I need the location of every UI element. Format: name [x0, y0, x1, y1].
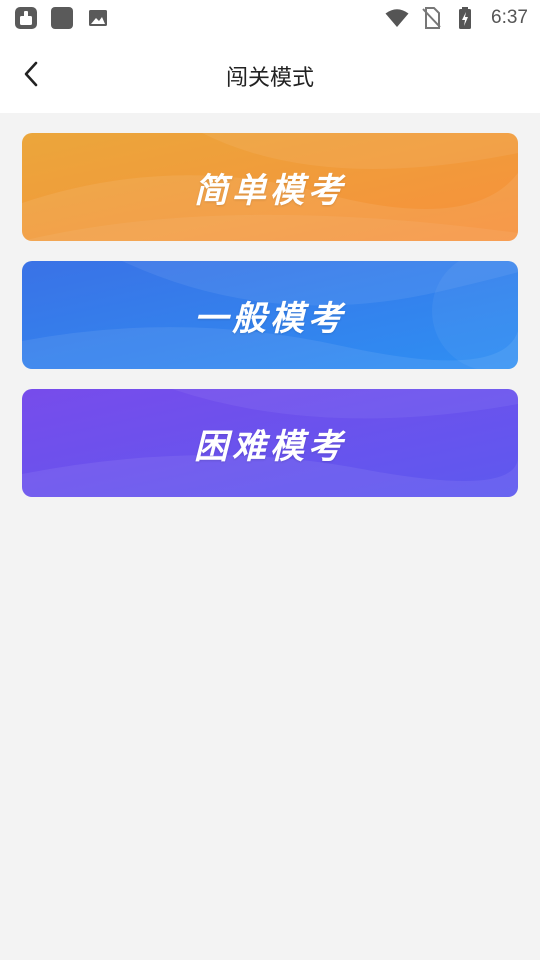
easy-mode-label: 简单模考: [194, 170, 346, 211]
easy-mode-button[interactable]: 简单模考: [22, 133, 518, 241]
square-app-icon: [51, 7, 73, 29]
wifi-icon: [385, 9, 409, 27]
hard-mode-button[interactable]: 困难模考: [22, 389, 518, 497]
status-right-icons: 6:37: [385, 6, 528, 30]
robot-icon: [15, 7, 37, 29]
status-left-icons: [14, 6, 110, 30]
clock: 6:37: [491, 7, 528, 28]
app-bar: 闯关模式: [0, 36, 540, 113]
image-icon: [89, 10, 107, 26]
page-title: 闯关模式: [225, 66, 314, 91]
no-sim-icon: [422, 7, 441, 29]
hard-mode-label: 困难模考: [194, 426, 346, 467]
battery-charging-icon: [459, 7, 472, 29]
normal-mode-label: 一般模考: [194, 298, 346, 339]
normal-mode-button[interactable]: 一般模考: [22, 261, 518, 369]
status-bar: 6:37: [0, 0, 540, 36]
